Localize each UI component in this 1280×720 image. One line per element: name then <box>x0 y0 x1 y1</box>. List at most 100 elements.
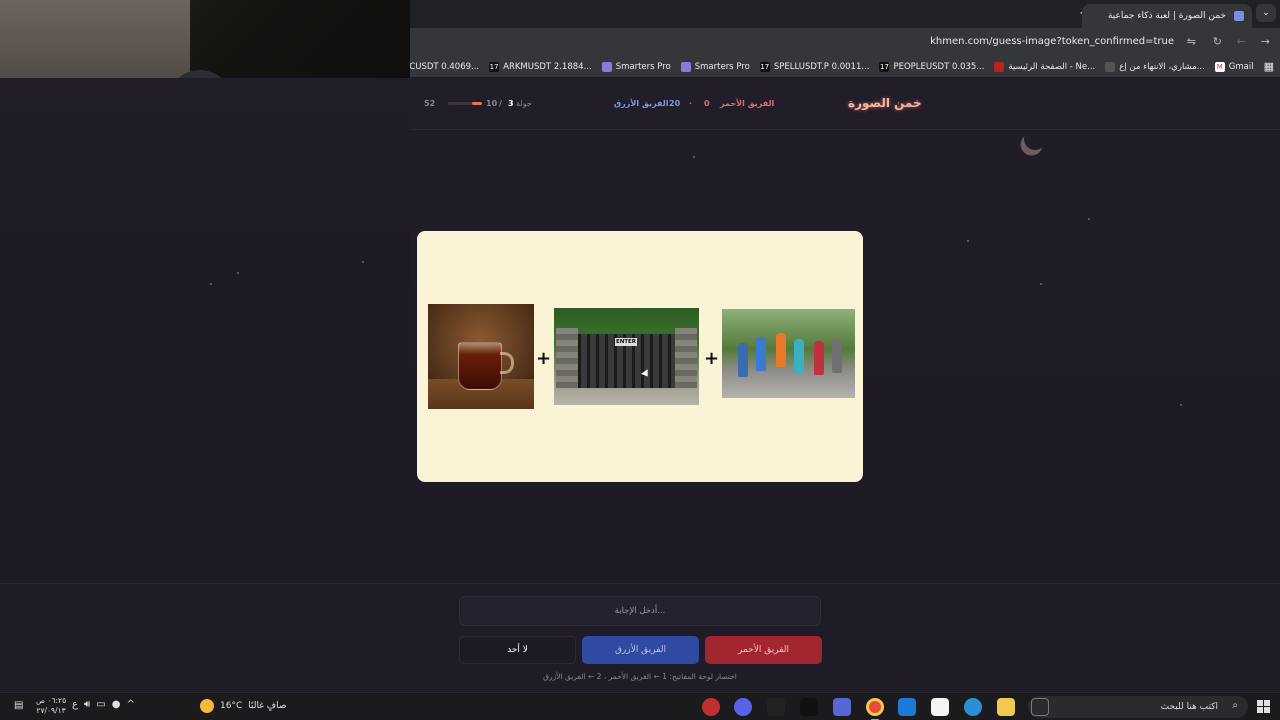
browser-tab-bar: + ✕ خمن الصورة | لعبة ذكاء جماعية ⌄ <box>410 0 1280 28</box>
runner <box>756 337 766 371</box>
time: ٠٦:٢٥ ص <box>36 696 67 705</box>
answer-input[interactable]: أدخل الإجابة... <box>459 596 821 626</box>
bookmark-arkm[interactable]: 17 ARKMUSDT 2.1884... <box>489 61 592 72</box>
language-indicator[interactable]: ع <box>72 699 78 710</box>
round-progress-fill <box>471 102 482 105</box>
page-background-left <box>0 231 410 583</box>
tradingview-icon: 17 <box>759 61 770 72</box>
answer-panel: أدخل الإجابة... لا أحد الفريق الأزرق الف… <box>0 583 1280 691</box>
address-bar: khmen.com/guess-image?token_confirmed=tr… <box>410 28 1280 56</box>
star <box>967 240 969 242</box>
bookmark-smarters-2[interactable]: Smarters Pro <box>601 61 671 72</box>
no-one-button[interactable]: لا أحد <box>459 636 576 664</box>
windows-start-icon[interactable] <box>1257 700 1270 713</box>
store-icon[interactable] <box>931 698 949 716</box>
network-icon[interactable]: ▭ <box>96 699 105 710</box>
bookmark-label: الصفحة الرئيسية - Ne... <box>1008 61 1096 72</box>
bookmark-label: Gmail <box>1228 61 1254 72</box>
bookmark-spell[interactable]: 17 SPELLUSDT.P 0.0011... <box>759 61 870 72</box>
discord-icon[interactable] <box>734 698 752 716</box>
game-logo[interactable]: خمن الصورة <box>848 96 922 110</box>
bookmark-task[interactable]: مشاري، الانتهاء من إع... <box>1105 61 1205 72</box>
round-label: جولة <box>516 99 532 108</box>
runner <box>794 339 804 373</box>
star <box>362 261 364 263</box>
date: ٢٧/٠٩/١٣ <box>36 706 66 715</box>
tiktok-icon[interactable] <box>800 698 818 716</box>
tradingview-icon: 17 <box>879 61 890 72</box>
outlook-icon[interactable] <box>898 698 916 716</box>
bookmark-people[interactable]: 17 PEOPLEUSDT 0.035... <box>879 61 984 72</box>
round-progress-bar <box>448 102 482 105</box>
forward-icon[interactable]: → <box>1261 35 1270 48</box>
gate-pillar-right <box>675 328 697 388</box>
system-tray: ع 🔊︎ ▭ ● ^ <box>72 699 135 710</box>
microphone-icon[interactable]: ● <box>112 699 121 710</box>
red-team-button[interactable]: الفريق الأحمر <box>705 636 822 664</box>
bookmark-label: مشاري، الانتهاء من إع... <box>1119 61 1205 72</box>
url-field[interactable]: khmen.com/guess-image?token_confirmed=tr… <box>930 36 1174 47</box>
weather-temp: 16°C <box>220 701 243 711</box>
taskbar-search[interactable]: ✦ اكتب هنا للبحث ⌕ <box>1028 696 1248 718</box>
timer: 52 <box>424 99 436 108</box>
tab-favicon-icon <box>1234 11 1244 21</box>
screen: + ✕ خمن الصورة | لعبة ذكاء جماعية ⌄ khme… <box>0 0 1280 720</box>
notification-icon[interactable]: ▤ <box>14 700 23 711</box>
clock[interactable]: ٠٦:٢٥ ص ٢٧/٠٩/١٣ <box>36 696 66 716</box>
bookmark-smarters-1[interactable]: Smarters Pro <box>680 61 750 72</box>
browser-tab[interactable]: خمن الصورة | لعبة ذكاء جماعية <box>1082 4 1252 28</box>
bookmark-label: CTXCUSDT 0.4069... <box>410 61 480 72</box>
search-icon: ⌕ <box>1232 700 1238 711</box>
blue-team-score: 20 <box>669 99 681 108</box>
score-separator: · <box>689 99 693 108</box>
app-icon[interactable] <box>833 698 851 716</box>
reload-icon[interactable]: ↻ <box>1213 35 1222 48</box>
shortcut-hint: اختصار لوحة المفاتيح: 1 ← الفريق الأحمر … <box>543 672 737 681</box>
chevron-up-icon[interactable]: ^ <box>126 699 134 710</box>
volume-icon[interactable]: 🔊︎ <box>84 699 90 710</box>
weather-widget[interactable]: 16°C صافٍ غالبًا <box>200 699 286 713</box>
blue-team-button[interactable]: الفريق الأزرق <box>582 636 699 664</box>
gmail-icon: M <box>1214 61 1225 72</box>
obs-icon[interactable] <box>702 698 720 716</box>
puzzle-card: + ENTER + <box>417 231 863 482</box>
puzzle-image-tea <box>428 304 534 409</box>
star <box>1180 404 1182 406</box>
runner <box>738 343 748 377</box>
apps-grid-icon[interactable]: ▦ <box>1264 60 1274 73</box>
bookmarks-bar: ▦ M Gmail مشاري، الانتهاء من إع... الصفحة… <box>410 56 1280 78</box>
bookmark-gmail[interactable]: M Gmail <box>1214 61 1254 72</box>
edge-icon[interactable] <box>964 698 982 716</box>
weather-sun-icon <box>200 699 214 713</box>
pin-app-icon[interactable] <box>767 698 785 716</box>
smarters-icon <box>601 61 612 72</box>
round-slash: / <box>499 99 502 108</box>
round-current: 3 <box>508 99 514 108</box>
runner <box>814 341 824 375</box>
gate-sign: ENTER <box>615 338 637 346</box>
chrome-icon[interactable] <box>866 698 884 716</box>
tea-cup-icon <box>458 342 502 390</box>
red-team-label: الفريق الأحمر <box>720 99 775 108</box>
bookmark-ctxc[interactable]: 17CTXCUSDT 0.4069... <box>410 62 479 72</box>
search-placeholder: اكتب هنا للبحث <box>1160 702 1218 712</box>
star <box>1088 218 1090 220</box>
bookmark-home[interactable]: الصفحة الرئيسية - Ne... <box>994 61 1096 72</box>
blue-team-label: الفريق الأزرق <box>614 99 669 108</box>
runner <box>832 339 842 373</box>
weather-text: صافٍ غالبًا <box>248 701 287 711</box>
tab-search-menu-icon[interactable]: ⌄ <box>1256 4 1276 22</box>
task-view-icon[interactable] <box>1031 698 1049 716</box>
star <box>210 283 212 285</box>
file-explorer-icon[interactable] <box>997 698 1015 716</box>
site-settings-icon[interactable]: ⇋ <box>1187 35 1196 48</box>
back-icon[interactable]: ← <box>1237 35 1246 48</box>
plus-sign: + <box>704 348 720 369</box>
red-team-score: 0 <box>704 99 710 108</box>
plus-sign: + <box>536 348 552 369</box>
bookmark-label: Smarters Pro <box>694 61 750 72</box>
star <box>1040 283 1042 285</box>
tab-title: خمن الصورة | لعبة ذكاء جماعية <box>1107 11 1226 21</box>
bookmark-label: SPELLUSDT.P 0.0011... <box>773 61 870 72</box>
star <box>237 272 239 274</box>
